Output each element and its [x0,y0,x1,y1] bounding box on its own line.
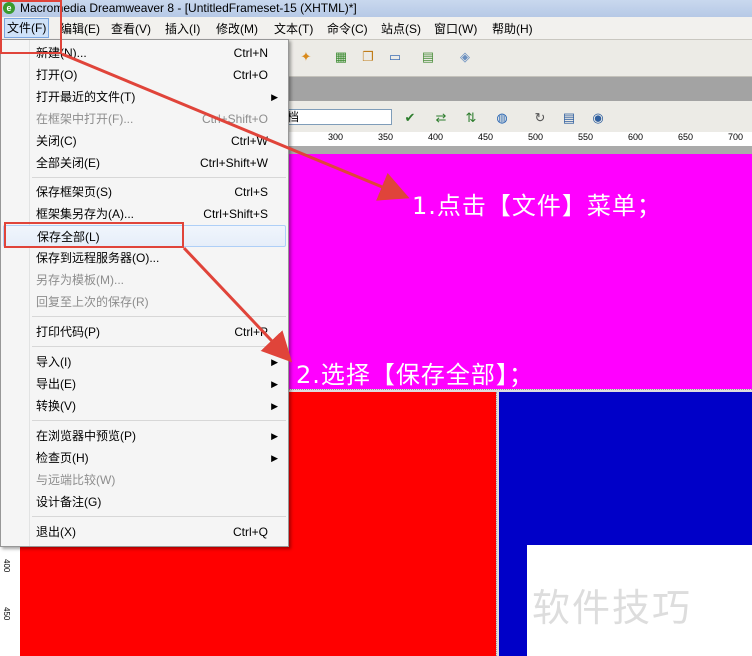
annotation-step1: 1.点击【文件】菜单； [412,192,662,220]
annotation-arrows [61,52,410,363]
arrow-to-step2 [182,246,293,363]
arrow-to-step1 [61,52,410,201]
annotation-step2: 2.选择【保存全部】； [296,361,534,389]
